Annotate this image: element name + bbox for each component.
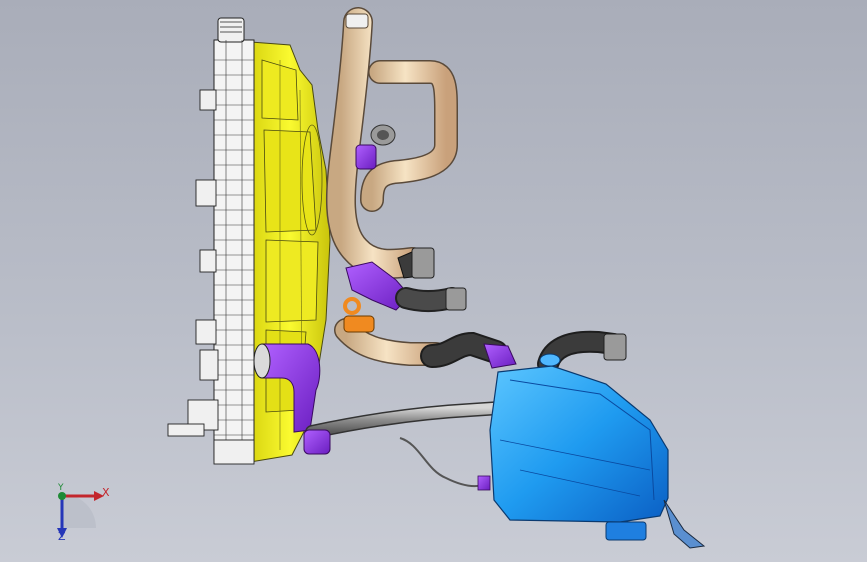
radiator[interactable] (167, 17, 255, 465)
expansion-tank[interactable] (489, 353, 706, 549)
hose-clamp-tank-inlet (483, 343, 517, 369)
y-axis-dot (58, 492, 66, 500)
sensor-wire (399, 437, 491, 491)
hose-clamp-upper (355, 144, 377, 170)
y-axis-label: Y (58, 483, 64, 493)
bleed-fitting (370, 124, 396, 146)
cooling-system-assembly[interactable] (0, 0, 867, 562)
metal-return-pipe[interactable] (305, 401, 507, 439)
rubber-outlet-middle (395, 287, 467, 312)
fan-shroud[interactable] (249, 41, 331, 463)
hose-filler-neck (345, 13, 369, 29)
x-axis-label: X (102, 486, 110, 499)
cad-viewport[interactable]: X Y Z (0, 0, 867, 562)
orange-clip (343, 297, 375, 333)
hose-clamp-lower (303, 429, 331, 455)
z-axis-label: Z (58, 530, 66, 543)
